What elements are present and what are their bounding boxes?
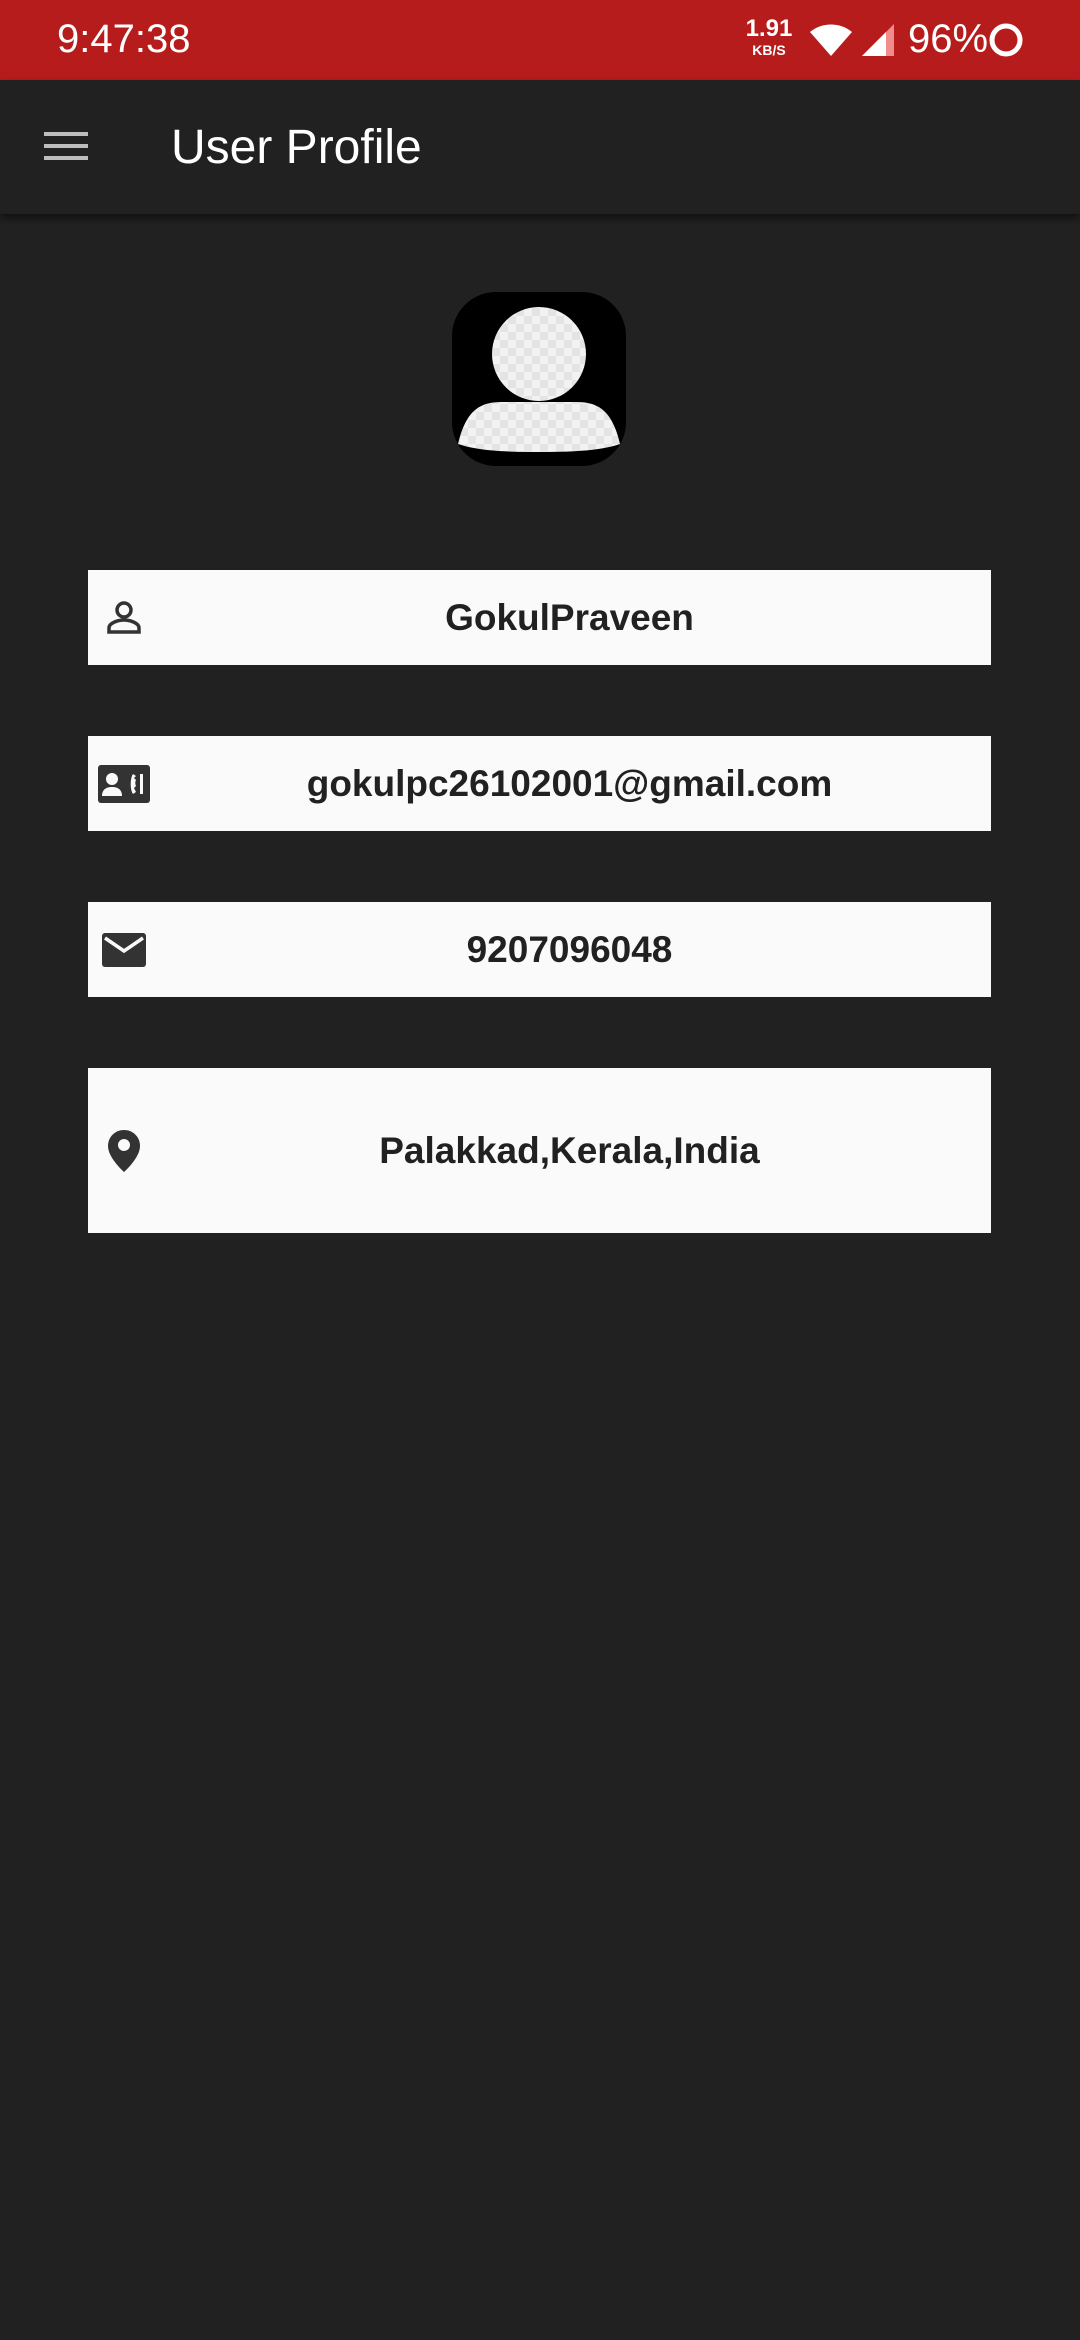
email-field[interactable]: gokulpc26102001@gmail.com — [88, 736, 991, 831]
status-bar: 9:47:38 1.91 KB/S 96% — [0, 0, 1080, 80]
contact-card-icon — [96, 756, 152, 812]
location-value: Palakkad,Kerala,India — [379, 1129, 760, 1171]
location-field[interactable]: Palakkad,Kerala,India — [88, 1068, 991, 1233]
wifi-icon — [810, 24, 852, 56]
app-bar: User Profile — [0, 80, 1080, 214]
default-avatar-icon[interactable] — [452, 292, 626, 466]
network-speed-unit: KB/S — [752, 42, 786, 58]
name-field[interactable]: GokulPraveen — [88, 570, 991, 665]
person-icon — [96, 590, 152, 646]
network-speed-value: 1.91 — [745, 15, 793, 42]
status-time: 9:47:38 — [57, 17, 191, 61]
network-speed: 1.91 KB/S — [744, 15, 794, 58]
location-pin-icon — [96, 1123, 152, 1179]
hamburger-menu-icon[interactable] — [30, 110, 102, 182]
cell-signal-icon — [862, 24, 894, 56]
page-title: User Profile — [171, 121, 422, 174]
envelope-icon — [96, 922, 152, 978]
battery-icon — [989, 23, 1023, 57]
phone-value: 9207096048 — [466, 928, 673, 970]
name-value: GokulPraveen — [445, 596, 694, 638]
battery-percent: 96% — [908, 17, 989, 61]
phone-field[interactable]: 9207096048 — [88, 902, 991, 997]
email-value: gokulpc26102001@gmail.com — [306, 762, 833, 804]
